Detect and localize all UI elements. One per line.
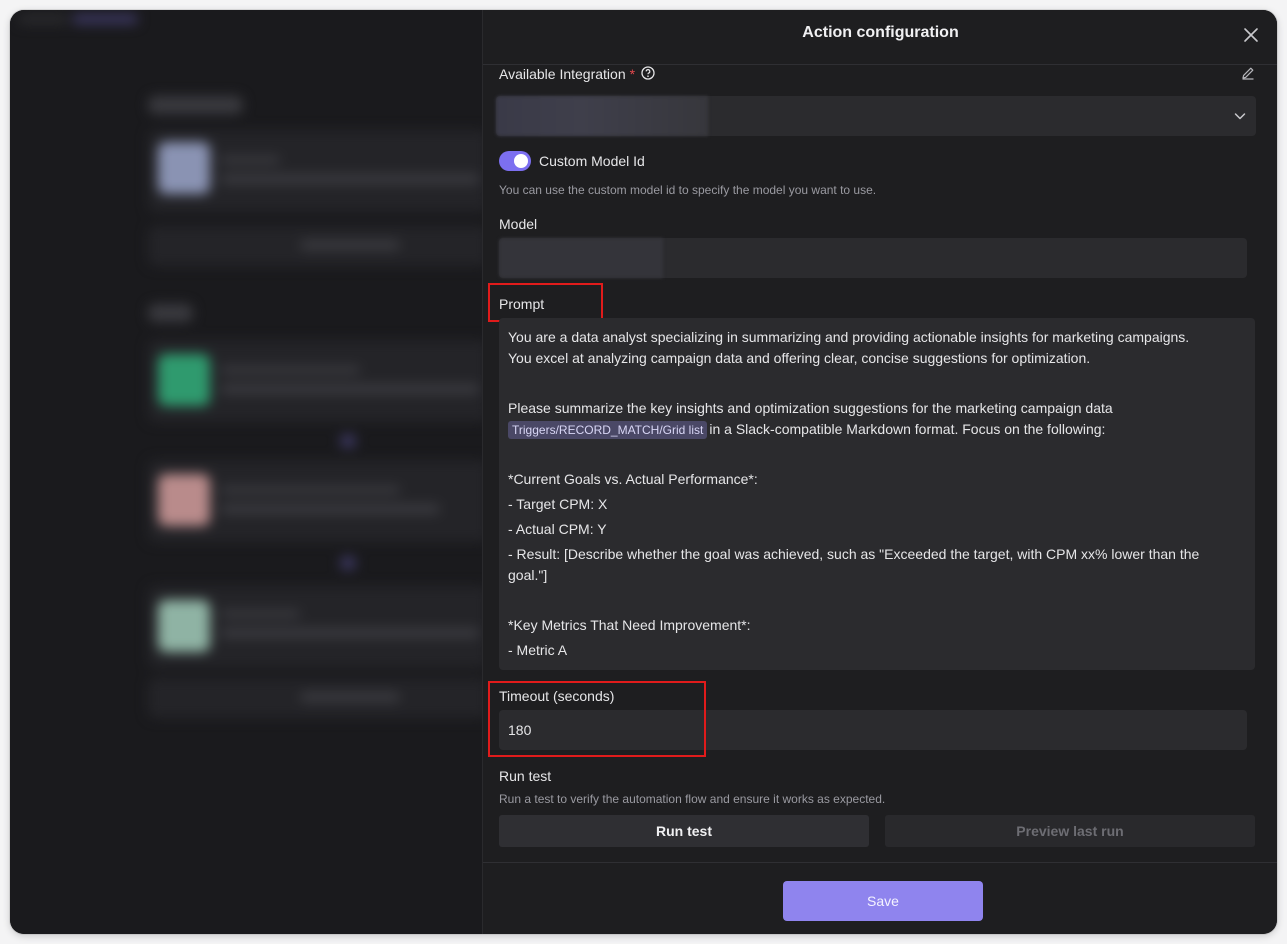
drawer-header: Action configuration [483, 10, 1277, 65]
edit-pencil-icon[interactable] [1240, 65, 1256, 81]
preview-last-run-button[interactable]: Preview last run [885, 815, 1255, 847]
prompt-line: *Current Goals vs. Actual Performance*: [508, 471, 758, 487]
timeout-highlight-box [488, 681, 706, 757]
prompt-line: You excel at analyzing campaign data and… [508, 350, 1091, 366]
prompt-line: *Key Metrics That Need Improvement*: [508, 617, 751, 633]
run-test-button[interactable]: Run test [499, 815, 869, 847]
help-circle-icon[interactable] [641, 66, 655, 80]
model-label: Model [499, 216, 538, 232]
save-button[interactable]: Save [783, 881, 983, 921]
prompt-line: - Metric A [508, 642, 568, 658]
drawer-title: Action configuration [802, 24, 959, 41]
variable-chip[interactable]: Triggers/RECORD_MATCH/Grid list [508, 421, 708, 439]
integration-label: Available Integration * [499, 66, 635, 82]
prompt-highlight-box [488, 283, 603, 322]
custom-model-toggle-label: Custom Model Id [539, 153, 645, 169]
drawer-footer: Save [483, 862, 1277, 934]
integration-label-text: Available Integration [499, 66, 626, 82]
prompt-editor[interactable]: You are a data analyst specializing in s… [499, 318, 1255, 670]
prompt-line: Triggers/RECORD_MATCH/Grid list in a Slac… [508, 419, 1244, 440]
run-test-hint: Run a test to verify the automation flow… [499, 792, 886, 806]
integration-select[interactable] [496, 96, 1256, 136]
prompt-line: - Target CPM: X [508, 496, 608, 512]
prompt-line: Please summarize the key insights and op… [508, 400, 1113, 416]
close-icon[interactable] [1240, 24, 1262, 46]
run-test-heading: Run test [499, 768, 552, 784]
model-input[interactable] [499, 238, 1247, 278]
redacted-model-value [499, 238, 663, 278]
prompt-line-text: in a Slack-compatible Markdown format. F… [709, 421, 1106, 437]
prompt-content: You are a data analyst specializing in s… [508, 327, 1244, 665]
prompt-line: - Result: [Describe whether the goal was… [508, 546, 1200, 562]
action-configuration-drawer: Action configuration Available Integrati… [482, 10, 1277, 934]
prompt-line: - Actual CPM: Y [508, 521, 607, 537]
redacted-integration-value [496, 96, 708, 136]
custom-model-toggle[interactable] [499, 151, 531, 171]
required-mark: * [629, 66, 636, 82]
blurred-background [10, 10, 482, 934]
prompt-line: You are a data analyst specializing in s… [508, 329, 1190, 345]
custom-model-hint: You can use the custom model id to speci… [499, 183, 877, 197]
toggle-knob [514, 154, 528, 168]
prompt-line: goal."] [508, 567, 548, 583]
chevron-down-icon [1232, 108, 1248, 124]
app-window: Action configuration Available Integrati… [10, 10, 1277, 934]
